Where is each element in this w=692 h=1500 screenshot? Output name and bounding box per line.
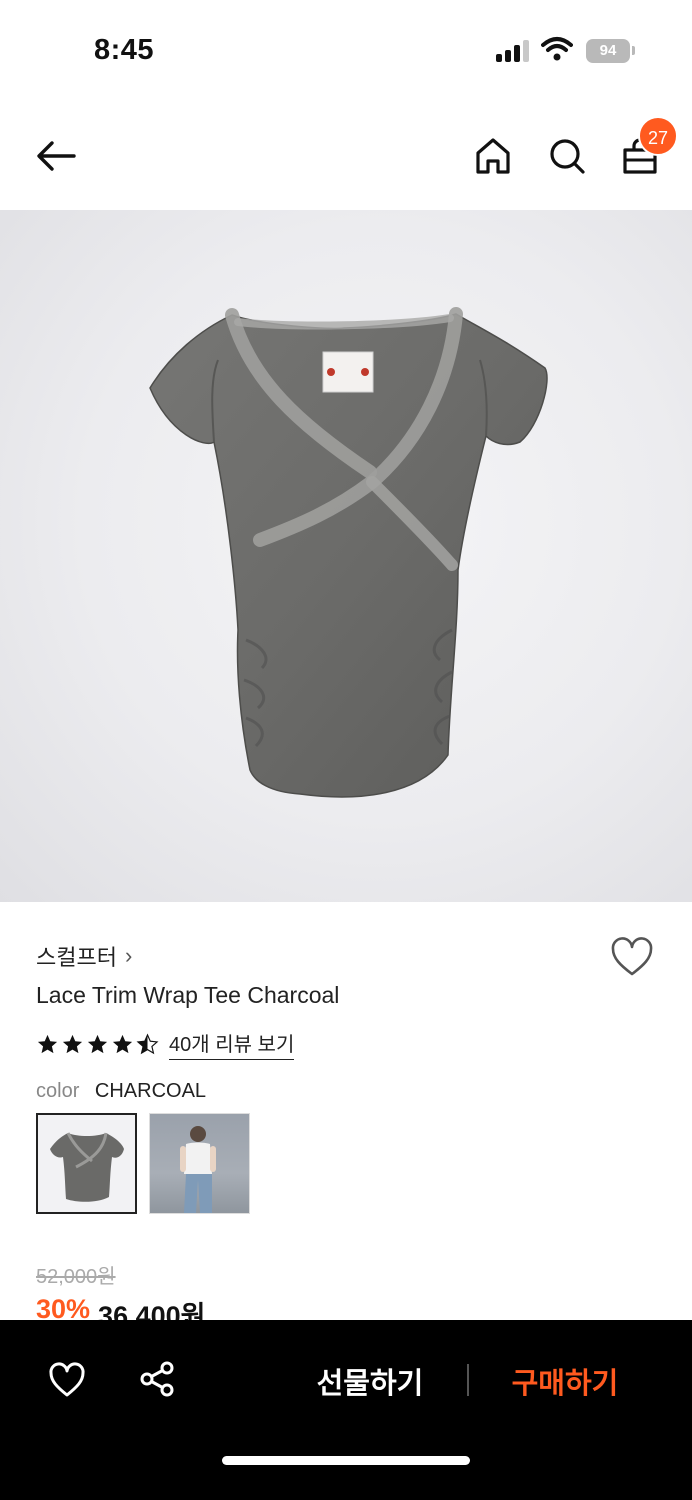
star-icon (37, 1034, 58, 1053)
home-indicator[interactable] (222, 1456, 470, 1465)
product-detail-page: 8:45 94 27 스컬프터 › Lace Trim Wrap Tee Cha… (0, 0, 692, 1500)
star-icon (87, 1034, 108, 1053)
chevron-right-icon: › (124, 943, 133, 968)
color-row: color CHARCOAL (36, 1080, 206, 1103)
star-half-icon (136, 1032, 159, 1054)
rating-row: 40개 리뷰 보기 (36, 1028, 295, 1060)
reviews-link[interactable]: 40개 리뷰 보기 (169, 1028, 295, 1060)
color-thumbnails (36, 1113, 250, 1214)
tee-thumbnail-image (50, 1132, 124, 1202)
thumbnail-model-photo[interactable] (149, 1113, 250, 1214)
heart-icon[interactable] (610, 936, 654, 978)
original-price: 52,000원 (36, 1266, 116, 1288)
back-arrow-icon[interactable] (34, 138, 78, 174)
heart-icon[interactable] (48, 1362, 86, 1398)
product-title: Lace Trim Wrap Tee Charcoal (36, 982, 340, 1008)
status-time: 8:45 (94, 34, 155, 66)
model-photo-image (180, 1126, 216, 1213)
star-icon (62, 1034, 83, 1053)
buy-button[interactable]: 구매하기 (490, 1360, 640, 1402)
divider (467, 1364, 469, 1396)
wifi-icon (541, 37, 573, 61)
top-nav: 27 (0, 100, 692, 210)
brand-link[interactable]: 스컬프터 › (36, 940, 132, 972)
tee-illustration (149, 307, 548, 798)
thumbnail-charcoal[interactable] (36, 1113, 137, 1214)
cellular-signal-icon (496, 40, 532, 62)
color-label: color (36, 1080, 80, 1102)
cart-count-badge[interactable]: 27 (638, 116, 678, 156)
share-icon[interactable] (138, 1360, 176, 1398)
battery-icon: 94 (586, 39, 630, 63)
star-rating (36, 1032, 159, 1056)
bottom-action-bar: 선물하기 구매하기 (0, 1320, 692, 1500)
search-icon[interactable] (548, 136, 586, 176)
home-icon[interactable] (474, 136, 512, 176)
battery-tip (632, 46, 635, 55)
brand-name: 스컬프터 (36, 945, 117, 970)
product-image[interactable] (0, 210, 692, 902)
star-icon (112, 1034, 133, 1053)
gift-button[interactable]: 선물하기 (290, 1360, 450, 1402)
color-value: CHARCOAL (94, 1080, 207, 1102)
status-bar: 8:45 94 (0, 0, 692, 100)
